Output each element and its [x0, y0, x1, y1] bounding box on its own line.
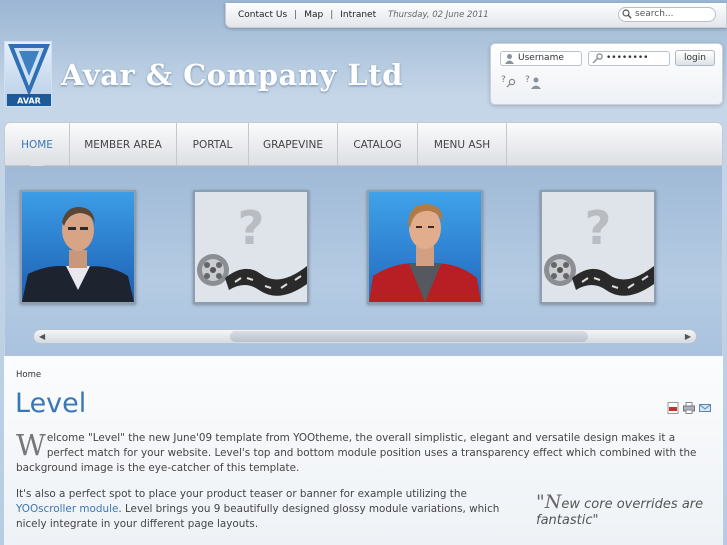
map-link[interactable]: Map [304, 10, 323, 20]
scroller-scrollbar[interactable]: ◀ ▶ [33, 329, 697, 344]
article-tools [667, 399, 711, 414]
second-paragraph: It's also a perfect spot to place your p… [16, 487, 521, 532]
yooscroller-module-link[interactable]: YOOscroller module [16, 503, 118, 515]
nav-item-catalog[interactable]: CATALOG [338, 123, 418, 165]
key-icon [592, 53, 603, 64]
quote-open-mark: " [536, 491, 545, 513]
svg-text:?: ? [501, 75, 506, 85]
login-button[interactable]: login [675, 50, 715, 66]
top-links: Contact Us | Map | Intranet [238, 10, 376, 20]
scroller-thumb-placeholder[interactable]: ? [540, 190, 656, 304]
quote-capital-letter: N [544, 491, 562, 513]
username-placeholder: Username [518, 53, 564, 63]
print-icon[interactable] [683, 399, 695, 414]
contact-us-link[interactable]: Contact Us [238, 10, 287, 20]
search-icon [622, 9, 632, 19]
nav-item-home[interactable]: HOME [5, 123, 70, 173]
dropcap-letter: W [16, 428, 46, 462]
company-name: Avar & Company Ltd [61, 58, 403, 92]
main-content: Home Level Welcome "Level" the new June'… [4, 356, 723, 545]
email-icon[interactable] [699, 399, 711, 412]
scroller-thumb-young-man[interactable] [367, 190, 483, 304]
scroller-thumb-placeholder[interactable]: ? [193, 190, 309, 304]
main-navigation: HOME MEMBER AREA PORTAL GRAPEVINE CATALO… [4, 122, 723, 173]
film-reel-icon: ? [195, 192, 307, 302]
scroll-left-icon[interactable]: ◀ [39, 332, 45, 341]
current-date: Thursday, 02 June 2011 [388, 10, 489, 20]
young-man-portrait-image [369, 192, 481, 302]
separator: | [330, 10, 334, 20]
film-reel-icon: ? [542, 192, 654, 302]
svg-text:?: ? [585, 201, 612, 255]
username-field[interactable]: Username [500, 51, 582, 66]
scroll-right-icon[interactable]: ▶ [685, 332, 691, 341]
svg-text:?: ? [238, 201, 265, 255]
user-icon [505, 54, 514, 64]
breadcrumb[interactable]: Home [16, 370, 41, 380]
nav-item-member-area[interactable]: MEMBER AREA [70, 123, 177, 165]
password-value: •••••••• [606, 53, 649, 63]
separator: | [294, 10, 298, 20]
top-toolbar: Contact Us | Map | Intranet Thursday, 02… [225, 3, 727, 28]
password-field[interactable]: •••••••• [588, 51, 670, 66]
intro-text: elcome "Level" the new June'09 template … [16, 432, 697, 474]
nav-item-menu-ash[interactable]: MENU ASH [418, 123, 507, 165]
second-paragraph-text-start: It's also a perfect spot to place your p… [16, 488, 467, 500]
man-portrait-image [22, 192, 134, 302]
intranet-link[interactable]: Intranet [340, 10, 376, 20]
pdf-icon[interactable] [667, 399, 679, 414]
forgot-password-icon[interactable]: ? [500, 73, 518, 89]
login-module: Username •••••••• login ? ? [490, 43, 723, 105]
nav-item-grapevine[interactable]: GRAPEVINE [249, 123, 338, 165]
logo-badge-text: AVAR [17, 97, 41, 106]
company-logo[interactable]: AVAR [4, 41, 52, 107]
scroller-thumb-man[interactable] [20, 190, 136, 304]
scrollbar-handle[interactable] [230, 331, 588, 342]
svg-text:?: ? [525, 75, 530, 85]
image-scroller: ? ? ◀ ▶ [4, 166, 723, 356]
pull-quote: "New core overrides are fantastic" [536, 491, 716, 529]
search-placeholder: search... [635, 9, 674, 19]
quote-text: ew core overrides are fantastic" [536, 497, 704, 528]
page-title: Level [15, 388, 87, 419]
logo-triangle-icon: AVAR [7, 44, 51, 106]
intro-paragraph: Welcome "Level" the new June'09 template… [16, 431, 706, 476]
forgot-username-icon[interactable]: ? [524, 73, 542, 89]
search-input[interactable]: search... [618, 7, 716, 22]
nav-item-portal[interactable]: PORTAL [177, 123, 249, 165]
